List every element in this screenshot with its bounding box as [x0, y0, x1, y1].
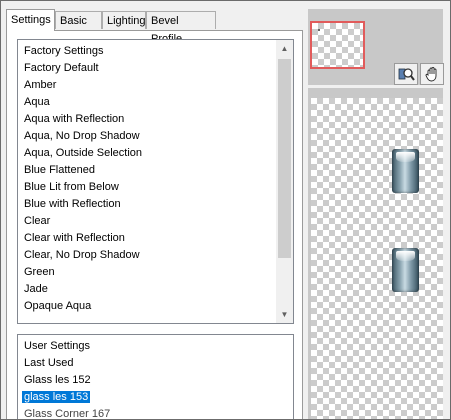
list-item[interactable]: Aqua, No Drop Shadow [18, 128, 276, 145]
glass-preview-shape [392, 149, 419, 193]
tab-bevel-profile[interactable]: Bevel Profile [146, 11, 216, 45]
list-item[interactable]: Clear [18, 213, 276, 230]
tab-basic[interactable]: Basic [55, 11, 102, 29]
tab-settings[interactable]: Settings [6, 9, 55, 31]
preview-canvas[interactable] [311, 98, 443, 419]
user-settings-header: User Settings [24, 340, 91, 352]
list-item[interactable]: Last Used [18, 355, 276, 372]
list-item-selected[interactable]: glass les 153 [18, 389, 276, 406]
list-item[interactable]: Blue Lit from Below [18, 179, 276, 196]
hand-pan-icon[interactable] [420, 63, 444, 85]
list-item[interactable]: Aqua [18, 94, 276, 111]
thumbnail-content [318, 29, 320, 31]
glass-effect-dialog: Settings Basic Lighting Bevel Profile Fa… [0, 0, 451, 420]
user-settings-list[interactable]: User Settings Last Used Glass les 152 gl… [17, 334, 294, 419]
list-item[interactable]: Jade [18, 281, 276, 298]
factory-settings-list[interactable]: Factory Settings Factory Default Amber A… [17, 39, 294, 324]
list-item[interactable]: Blue Flattened [18, 162, 276, 179]
factory-list-scrollbar[interactable]: ▲ ▼ [276, 40, 293, 323]
list-item[interactable]: Clear with Reflection [18, 230, 276, 247]
preview-panel [308, 88, 443, 419]
selected-item-label: glass les 153 [22, 391, 91, 403]
scroll-down-arrow-icon[interactable]: ▼ [276, 306, 293, 323]
user-settings-items: User Settings Last Used Glass les 152 gl… [18, 335, 276, 419]
scrollbar-thumb[interactable] [278, 59, 291, 258]
list-item[interactable]: Glass Corner 167 [18, 406, 276, 419]
scroll-up-arrow-icon[interactable]: ▲ [276, 40, 293, 57]
list-item[interactable]: Aqua with Reflection [18, 111, 276, 128]
glass-preview-shape [392, 248, 419, 292]
factory-settings-header: Factory Settings [24, 45, 104, 57]
list-item[interactable]: Clear, No Drop Shadow [18, 247, 276, 264]
zoom-icon[interactable] [394, 63, 418, 85]
tab-lighting[interactable]: Lighting [102, 11, 146, 29]
list-item[interactable]: Opaque Aqua [18, 298, 276, 315]
list-item[interactable]: Glass les 152 [18, 372, 276, 389]
factory-settings-items: Factory Settings Factory Default Amber A… [18, 40, 276, 315]
list-item[interactable]: Aqua, Outside Selection [18, 145, 276, 162]
navigator-thumbnail[interactable] [310, 21, 365, 69]
list-item[interactable]: Green [18, 264, 276, 281]
list-item[interactable]: Factory Default [18, 60, 276, 77]
list-item[interactable]: Amber [18, 77, 276, 94]
list-item[interactable]: Blue with Reflection [18, 196, 276, 213]
